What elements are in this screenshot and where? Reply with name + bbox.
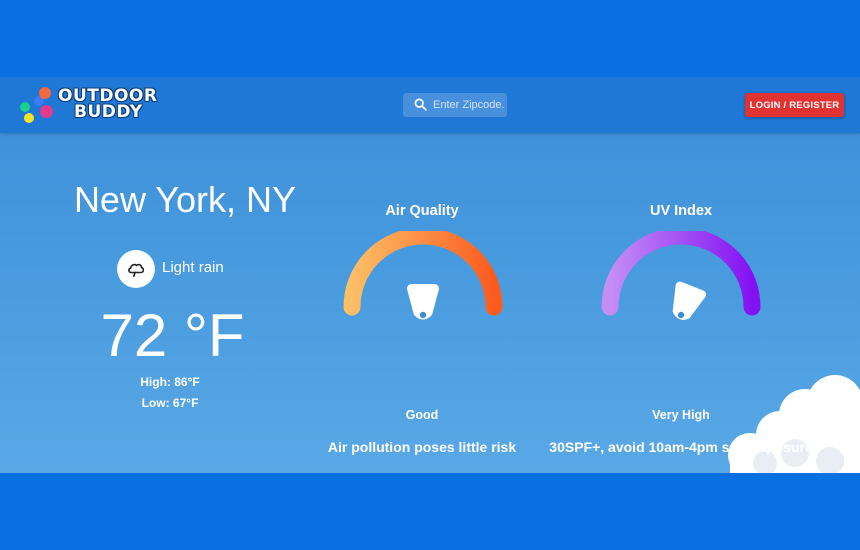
logo-dots-icon [18, 85, 58, 125]
air-quality-level: Good [405, 408, 439, 422]
air-quality-description: Air pollution poses little risk [327, 439, 517, 455]
app-window: OUTDOOR BUDDY LOGIN / REGISTER [0, 77, 860, 473]
weather-panel: New York, NY Light rain 72 °F High: 86°F… [0, 133, 860, 473]
rain-cloud-icon [128, 263, 145, 278]
login-register-button[interactable]: LOGIN / REGISTER [745, 93, 844, 117]
low-temperature: Low: 67°F [141, 396, 199, 410]
uv-index-title: UV Index [649, 203, 713, 219]
condition-text: Light rain [162, 259, 224, 276]
uv-index-description: 30SPF+, avoid 10am-4pm sun exposure [549, 439, 813, 455]
air-quality-gauge [343, 231, 503, 320]
air-quality-title: Air Quality [385, 203, 459, 219]
temperature: 72 °F [100, 302, 245, 369]
cloud-image [728, 375, 860, 473]
logo-line-2: BUDDY [74, 102, 143, 122]
logo-text: OUTDOOR BUDDY [58, 88, 157, 122]
uv-index-needle-icon [672, 281, 706, 320]
navbar: OUTDOOR BUDDY LOGIN / REGISTER [0, 77, 860, 133]
uv-index-gauge [601, 231, 761, 320]
zipcode-input[interactable] [433, 93, 505, 117]
condition-badge [117, 250, 155, 288]
high-temperature: High: 86°F [140, 375, 200, 389]
logo[interactable]: OUTDOOR BUDDY [18, 85, 168, 125]
air-quality-needle-icon [407, 284, 439, 320]
search-icon [414, 98, 427, 111]
city-name: New York, NY [73, 179, 297, 220]
zipcode-search[interactable] [403, 93, 507, 117]
uv-index-level: Very High [652, 408, 710, 422]
